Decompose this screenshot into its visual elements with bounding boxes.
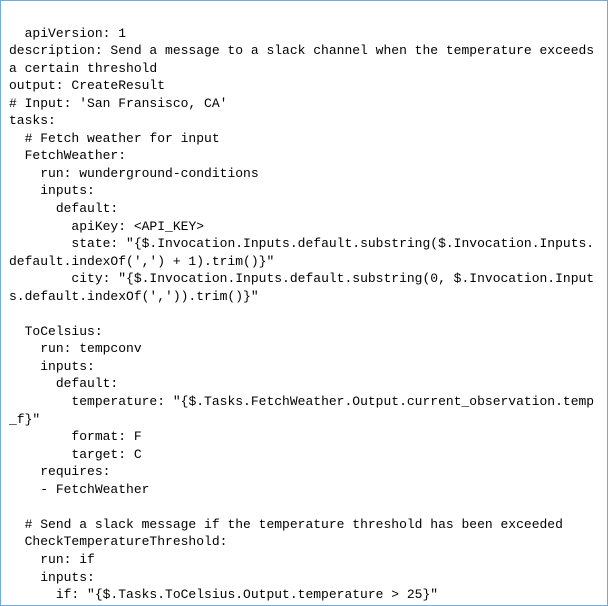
resize-handle-icon[interactable] (593, 591, 605, 603)
code-content: apiVersion: 1 description: Send a messag… (9, 26, 602, 606)
code-editor[interactable]: apiVersion: 1 description: Send a messag… (0, 0, 608, 606)
